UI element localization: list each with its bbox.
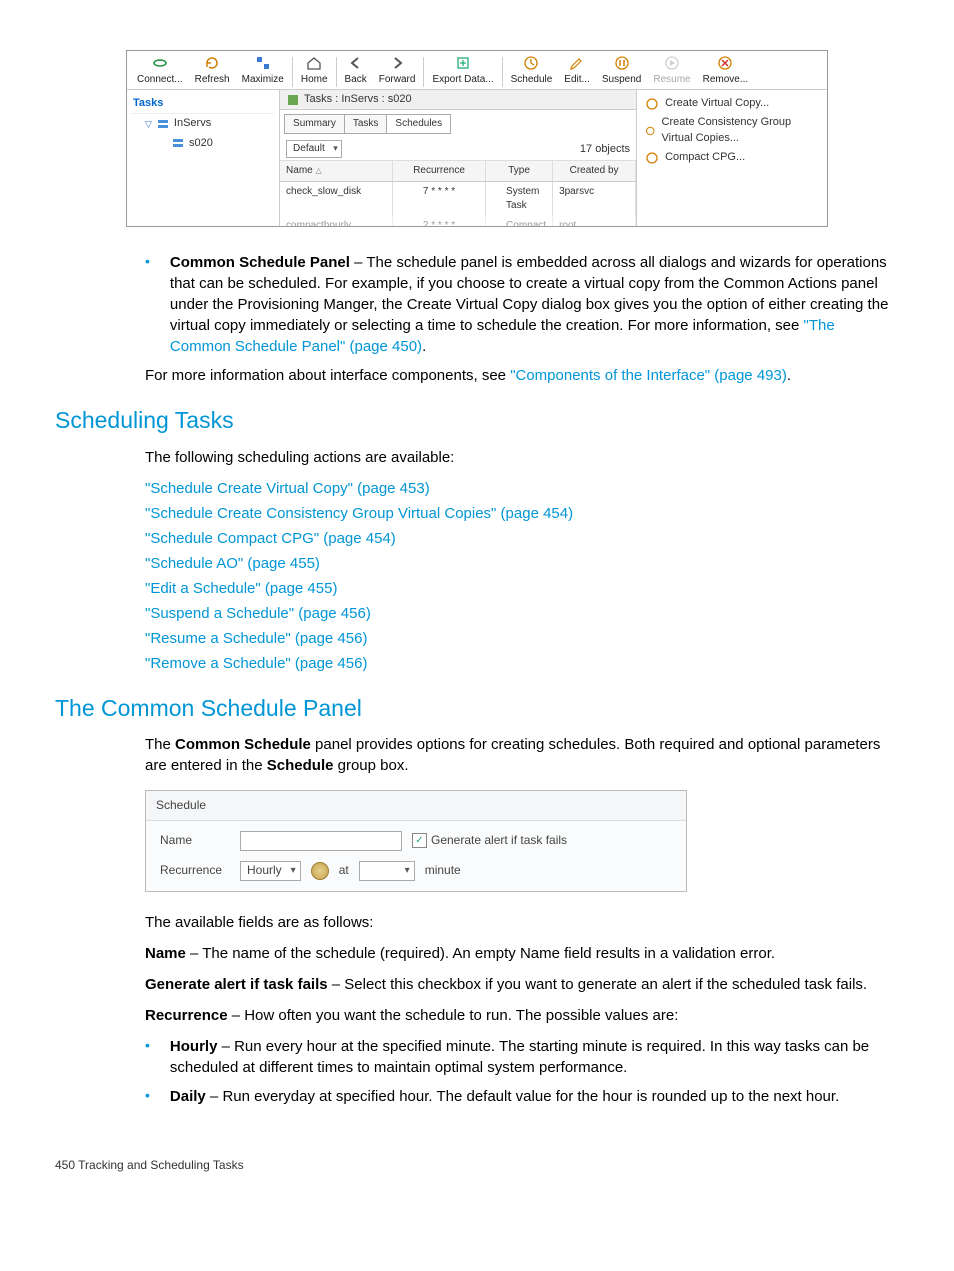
para-fields-intro: The available fields are as follows: [55,912,899,933]
link-sched-ao[interactable]: "Schedule AO" (page 455) [145,555,320,572]
field-generate-alert: Generate alert if task fails – Select th… [55,974,899,995]
scheduling-links: "Schedule Create Virtual Copy" (page 453… [55,478,899,674]
sp-rec-select[interactable]: Hourly [240,861,301,881]
tb-forward[interactable]: Forward [373,55,422,87]
bullet-hourly: • Hourly – Run every hour at the specifi… [55,1036,899,1078]
tb-back[interactable]: Back [339,55,373,87]
heading-common-schedule-panel: The Common Schedule Panel [55,692,899,724]
link-resume-sched[interactable]: "Resume a Schedule" (page 456) [145,630,367,647]
tb-schedule[interactable]: Schedule [505,55,559,87]
bullet-daily: • Daily – Run everyday at specified hour… [55,1086,899,1107]
toolbar: Connect... Refresh Maximize Home Back Fo… [127,51,827,90]
tb-edit[interactable]: Edit... [558,55,596,87]
tree-header: Tasks [131,94,275,114]
tb-suspend[interactable]: Suspend [596,55,647,87]
tree-item-inservs[interactable]: ▽ InServs [131,114,275,133]
expand-icon: ▽ [145,118,152,131]
para-more-info: For more information about interface com… [55,365,899,386]
tb-resume[interactable]: Resume [647,55,696,87]
sp-genalert[interactable]: ✓ Generate alert if task fails [412,832,567,849]
para-common-intro: The Common Schedule panel provides optio… [55,734,899,776]
sp-header: Schedule [146,791,686,821]
sp-name-input[interactable] [240,831,402,851]
term-csp: Common Schedule Panel [170,254,350,271]
main-panel: Tasks : InServs : s020 Summary Tasks Sch… [280,90,637,226]
screenshot-figure: Connect... Refresh Maximize Home Back Fo… [126,50,828,227]
action-create-vc[interactable]: Create Virtual Copy... [641,94,823,113]
filter-dropdown[interactable]: Default [286,140,342,158]
col-name[interactable]: Name △ [280,161,393,181]
link-components[interactable]: "Components of the Interface" (page 493) [510,367,787,384]
link-edit-sched[interactable]: "Edit a Schedule" (page 455) [145,580,337,597]
link-remove-sched[interactable]: "Remove a Schedule" (page 456) [145,655,367,672]
bullet-icon: • [145,252,170,357]
link-sched-cpg[interactable]: "Schedule Compact CPG" (page 454) [145,530,396,547]
col-createdby[interactable]: Created by [553,161,636,181]
object-count: 17 objects [580,142,630,157]
page-footer: 450 Tracking and Scheduling Tasks [55,1157,899,1174]
bullet-icon: • [145,1086,170,1107]
table-header: Name △ Recurrence Type Created by [280,161,636,182]
col-type[interactable]: Type [486,161,553,181]
actions-panel: Create Virtual Copy... Create Consistenc… [637,90,827,226]
sp-minute-select[interactable] [359,861,415,881]
action-compact-cpg[interactable]: Compact CPG... [641,148,823,167]
tb-maximize[interactable]: Maximize [236,55,290,87]
table-row[interactable]: compacthourly 2 * * * * Compact CPG root [280,216,636,226]
action-create-cgvc[interactable]: Create Consistency Group Virtual Copies.… [641,113,823,148]
panel-title: Tasks : InServs : s020 [280,90,636,110]
bullet-common-schedule-panel: • Common Schedule Panel – The schedule p… [55,252,899,357]
tab-schedules[interactable]: Schedules [386,114,451,134]
tb-connect[interactable]: Connect... [131,55,189,87]
col-recurrence[interactable]: Recurrence [393,161,486,181]
clock-icon [311,862,329,880]
tb-home[interactable]: Home [295,55,334,87]
link-sched-vc[interactable]: "Schedule Create Virtual Copy" (page 453… [145,480,430,497]
para-following: The following scheduling actions are ava… [55,447,899,468]
tab-summary[interactable]: Summary [284,114,345,134]
tree-panel: Tasks ▽ InServs s020 [127,90,280,226]
field-recurrence: Recurrence – How often you want the sche… [55,1005,899,1026]
sp-name-label: Name [160,832,230,849]
heading-scheduling-tasks: Scheduling Tasks [55,404,899,436]
sp-minute-label: minute [425,862,461,879]
tb-remove[interactable]: Remove... [697,55,755,87]
sp-rec-label: Recurrence [160,862,230,879]
table-row[interactable]: check_slow_disk 7 * * * * System Task 3p… [280,182,636,216]
tab-tasks[interactable]: Tasks [344,114,388,134]
tb-refresh[interactable]: Refresh [189,55,236,87]
schedule-panel-figure: Schedule Name ✓ Generate alert if task f… [145,790,687,892]
link-suspend-sched[interactable]: "Suspend a Schedule" (page 456) [145,605,371,622]
field-name: Name – The name of the schedule (require… [55,943,899,964]
tree-item-s020[interactable]: s020 [131,134,275,153]
link-sched-cgvc[interactable]: "Schedule Create Consistency Group Virtu… [145,505,573,522]
sp-at: at [339,862,349,879]
tb-export[interactable]: Export Data... [426,55,499,87]
bullet-icon: • [145,1036,170,1078]
